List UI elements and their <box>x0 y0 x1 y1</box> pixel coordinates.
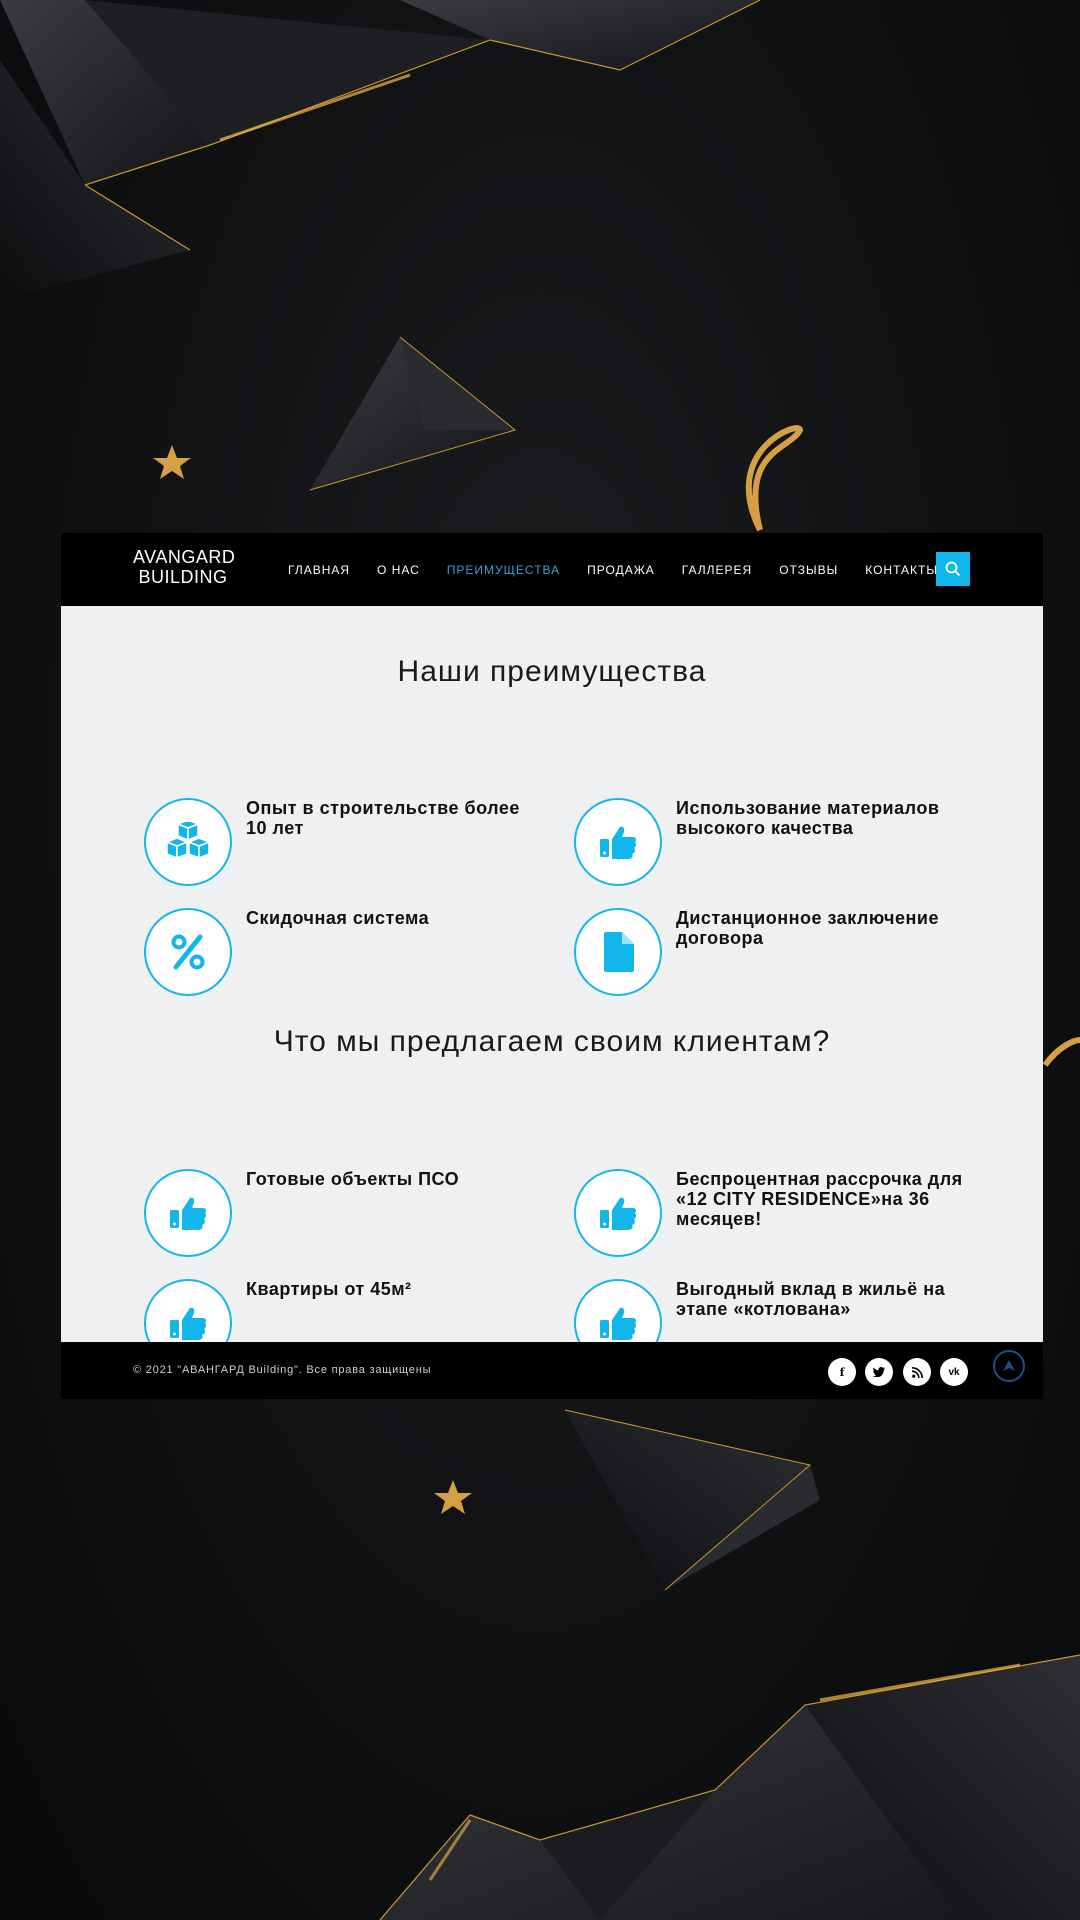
offer-item: Готовые объекты ПСО <box>144 1169 544 1257</box>
search-icon <box>945 561 961 577</box>
polygon-shape <box>400 0 760 70</box>
nav-item-about[interactable]: О НАС <box>377 563 420 577</box>
advantage-item: Опыт в строительстве более 10 лет <box>144 798 544 886</box>
advantage-text: Опыт в строительстве более 10 лет <box>246 798 520 838</box>
offer-text: Готовые объекты ПСО <box>246 1169 460 1189</box>
thumbs-up-icon <box>600 1197 637 1230</box>
vk-button[interactable]: vk <box>940 1358 968 1386</box>
navbar: AVANGARD BUILDING ГЛАВНАЯ О НАС ПРЕИМУЩЕ… <box>61 533 1043 606</box>
advantage-text: Дистанционное заключение договора <box>676 908 939 948</box>
advantage-text: Скидочная система <box>246 908 430 928</box>
logo[interactable]: AVANGARD BUILDING <box>133 547 236 587</box>
percent-icon <box>171 934 205 970</box>
facebook-icon: f <box>839 1365 845 1379</box>
advantage-text: Использование материалов высокого качест… <box>676 798 940 838</box>
rss-icon <box>911 1366 923 1378</box>
nav-item-gallery[interactable]: ГАЛЛЕРЕЯ <box>682 563 752 577</box>
advantages-title: Наши преимущества <box>397 655 707 688</box>
nav-item-home[interactable]: ГЛАВНАЯ <box>288 563 350 577</box>
nav-item-reviews[interactable]: ОТЗЫВЫ <box>779 563 838 577</box>
advantage-item: Скидочная система <box>144 908 544 996</box>
search-button[interactable] <box>936 552 970 586</box>
arrow-up-icon <box>1003 1360 1015 1371</box>
offers-title: Что мы предлагаем своим клиентам? <box>273 1025 831 1058</box>
facebook-button[interactable]: f <box>828 1358 856 1386</box>
star-icon <box>153 445 191 479</box>
nav-menu: ГЛАВНАЯ О НАС ПРЕИМУЩЕСТВА ПРОДАЖА ГАЛЛЕ… <box>288 533 965 606</box>
offer-text: Беспроцентная рассрочка для «12 CITY RES… <box>676 1169 963 1229</box>
thumbs-up-icon <box>600 1307 637 1340</box>
vk-icon: vk <box>948 1366 960 1378</box>
site-container: AVANGARD BUILDING ГЛАВНАЯ О НАС ПРЕИМУЩЕ… <box>61 533 1043 1399</box>
logo-line-2: BUILDING <box>138 567 228 587</box>
ribbon-shape <box>745 425 804 532</box>
star-icon <box>434 1480 472 1514</box>
advantage-item: Использование материалов высокого качест… <box>574 798 974 886</box>
document-icon <box>604 932 634 972</box>
twitter-icon <box>873 1367 885 1377</box>
rss-button[interactable] <box>903 1358 931 1386</box>
offer-item: Беспроцентная рассрочка для «12 CITY RES… <box>574 1169 974 1257</box>
nav-item-contacts[interactable]: КОНТАКТЫ <box>865 563 938 577</box>
back-to-top-button[interactable] <box>993 1350 1025 1382</box>
nav-item-sales[interactable]: ПРОДАЖА <box>587 563 655 577</box>
logo-line-1: AVANGARD <box>133 547 236 567</box>
offer-text: Выгодный вклад в жильё на этапе «котлова… <box>676 1279 946 1319</box>
offer-text: Квартиры от 45м² <box>246 1279 412 1299</box>
thumbs-up-icon <box>170 1307 207 1340</box>
copyright-text: © 2021 "АВАНГАРД Building". Все права за… <box>133 1364 432 1376</box>
nav-item-advantages[interactable]: ПРЕИМУЩЕСТВА <box>447 563 560 577</box>
twitter-button[interactable] <box>865 1358 893 1386</box>
advantages-section: Наши преимущества Опыт в строительстве б… <box>61 606 1043 1367</box>
thumbs-up-icon <box>170 1197 207 1230</box>
thumbs-up-icon <box>600 826 637 859</box>
footer: © 2021 "АВАНГАРД Building". Все права за… <box>61 1342 1043 1399</box>
cubes-icon <box>165 822 211 860</box>
advantage-item: Дистанционное заключение договора <box>574 908 974 996</box>
